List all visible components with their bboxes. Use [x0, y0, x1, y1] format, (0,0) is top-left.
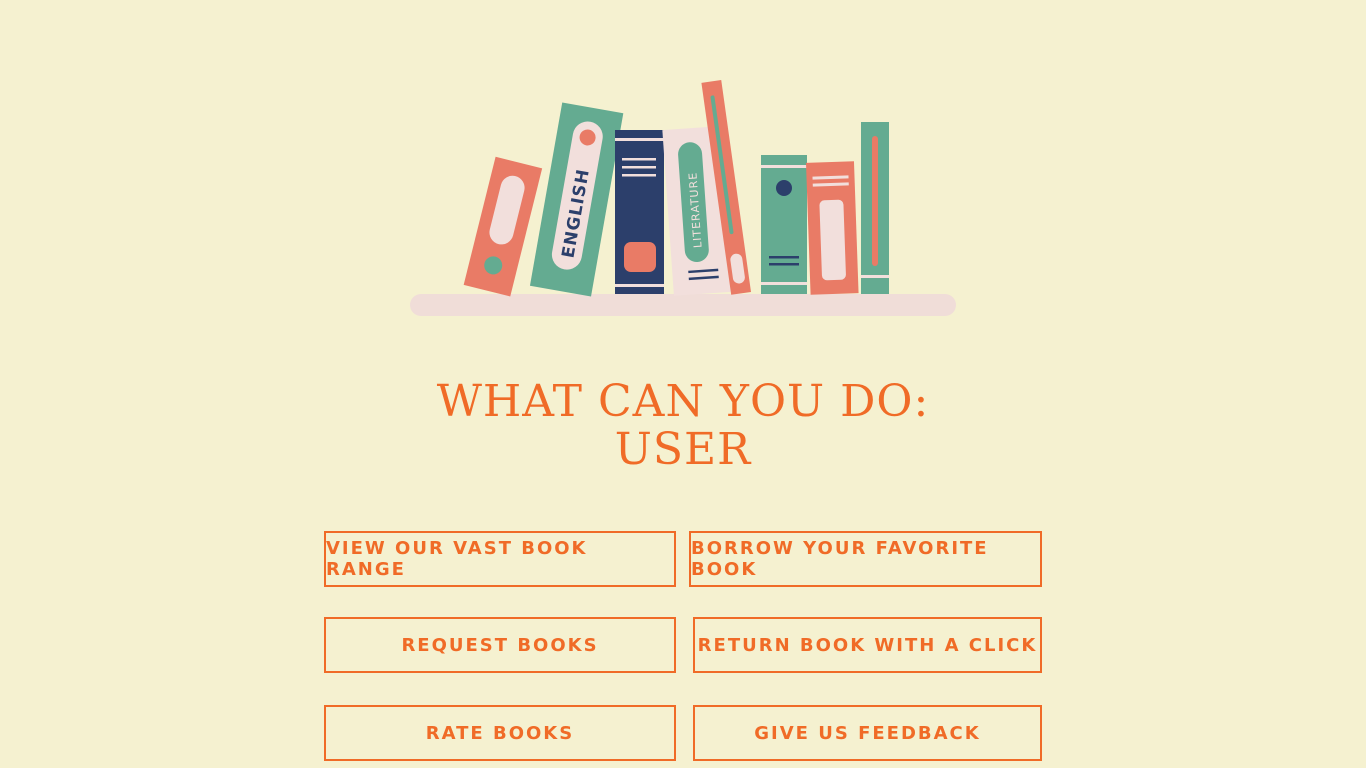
book-coral-tilted	[463, 156, 543, 297]
page: ENGLISH LITERATURE WHAT CAN YOU DO: USER…	[0, 0, 1366, 768]
feedback-button[interactable]: GIVE US FEEDBACK	[693, 705, 1042, 761]
book-navy	[615, 130, 664, 294]
page-title-line1: WHAT CAN YOU DO:	[436, 376, 930, 427]
page-title: WHAT CAN YOU DO: USER	[0, 378, 1366, 474]
book-english: ENGLISH	[529, 102, 624, 297]
page-title-line2: USER	[614, 424, 752, 475]
request-books-button[interactable]: REQUEST BOOKS	[324, 617, 676, 673]
shelf	[410, 294, 956, 316]
book-teal-thin	[861, 122, 889, 294]
rate-books-button[interactable]: RATE BOOKS	[324, 705, 676, 761]
borrow-book-button[interactable]: BORROW YOUR FAVORITE BOOK	[689, 531, 1042, 587]
book-teal-dot	[761, 155, 807, 294]
view-books-button[interactable]: VIEW OUR VAST BOOK RANGE	[324, 531, 676, 587]
book-coral	[805, 161, 859, 295]
return-book-button[interactable]: RETURN BOOK WITH A CLICK	[693, 617, 1042, 673]
bookshelf-illustration: ENGLISH LITERATURE	[410, 80, 956, 316]
